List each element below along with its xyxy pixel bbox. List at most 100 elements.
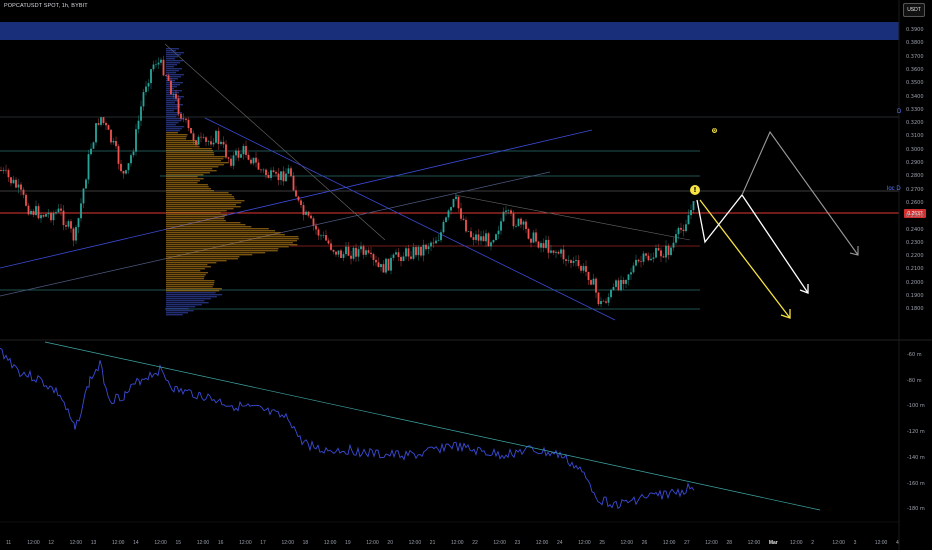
time-tick: 12:00: [493, 540, 506, 546]
volume-profile-bar: [166, 182, 198, 184]
candle-body: [607, 297, 610, 303]
price-tick: 0.1900: [906, 293, 924, 299]
indicator-tick: -140 m: [907, 454, 925, 461]
chart-canvas[interactable]: [0, 0, 932, 550]
price-tick: 0.3200: [906, 120, 924, 127]
candle-body: [272, 170, 275, 173]
volume-profile-bar: [166, 234, 285, 236]
candle-body: [355, 247, 357, 257]
candle-body: [72, 228, 75, 241]
candle-body: [315, 225, 317, 230]
candle-body: [102, 117, 105, 124]
candle-body: [635, 259, 637, 266]
candle-body: [252, 157, 255, 164]
candle-body: [567, 260, 570, 261]
candle-body: [470, 231, 472, 238]
candle-body: [207, 141, 210, 142]
candle-body: [345, 246, 347, 255]
candle-body: [625, 279, 627, 284]
time-tick: 12:00: [69, 540, 83, 546]
candle-body: [12, 179, 15, 184]
candle-body: [80, 203, 82, 219]
candle-body: [582, 266, 585, 271]
price-tick: 0.2600: [906, 199, 924, 206]
candle-body: [547, 239, 550, 253]
candle-body: [212, 142, 215, 145]
candle-body: [565, 259, 567, 261]
candle-body: [642, 253, 645, 262]
volume-profile-bar: [166, 270, 201, 272]
candle-body: [25, 194, 27, 206]
volume-profile-bar: [166, 246, 289, 248]
volume-profile-bar: [166, 56, 178, 58]
candle-body: [5, 169, 7, 171]
candle-body: [662, 256, 665, 258]
small-marker-icon: 0: [712, 128, 717, 133]
candle-body: [40, 215, 42, 219]
candle-body: [30, 210, 32, 215]
candle-body: [672, 242, 675, 248]
candle-body: [442, 221, 445, 233]
candle-body: [475, 234, 477, 240]
candle-body: [692, 201, 695, 211]
candle-body: [110, 129, 112, 143]
candle-body: [277, 173, 280, 181]
volume-profile-bar: [166, 54, 181, 56]
candle-body: [560, 249, 562, 254]
candle-body: [492, 240, 495, 243]
candle-body: [242, 145, 245, 155]
volume-profile-bar: [166, 112, 183, 114]
volume-profile-bar: [166, 186, 209, 188]
volume-profile-bar: [166, 252, 266, 254]
volume-profile-bar: [166, 240, 298, 242]
currency-button[interactable]: USDT: [903, 3, 925, 17]
candle-body: [572, 260, 575, 263]
price-tick: 0.3600: [906, 66, 924, 73]
time-tick: 23: [514, 540, 521, 546]
candle-body: [265, 169, 267, 175]
candle-body: [440, 232, 442, 241]
candle-body: [660, 250, 662, 257]
candle-body: [257, 162, 260, 170]
candle-body: [407, 248, 410, 257]
volume-profile-bar: [166, 168, 213, 170]
candle-body: [555, 251, 557, 253]
candle-body: [150, 69, 152, 84]
candle-body: [465, 219, 467, 232]
indicator-line: [0, 347, 695, 510]
candle-body: [532, 232, 535, 243]
candle-body: [307, 211, 310, 216]
price-tick: 0.3900: [906, 27, 924, 33]
volume-profile-bar: [166, 142, 198, 144]
candle-body: [640, 261, 642, 262]
volume-profile-bar: [166, 92, 180, 94]
time-tick: 12:00: [535, 540, 549, 546]
candle-body: [317, 229, 320, 236]
candle-body: [647, 255, 650, 261]
candle-body: [667, 245, 670, 256]
volume-profile-bar: [166, 268, 205, 270]
candle-body: [292, 175, 295, 191]
volume-profile-bar: [166, 306, 196, 308]
volume-profile-bar: [166, 110, 175, 112]
candle-body: [255, 157, 257, 163]
volume-profile-bar: [166, 158, 224, 160]
candle-body: [507, 210, 510, 211]
volume-profile-bar: [166, 132, 179, 134]
candle-body: [330, 243, 332, 250]
volume-profile-bar: [166, 178, 204, 180]
volume-profile-bar: [166, 206, 241, 208]
candle-body: [67, 221, 70, 227]
candle-body: [462, 218, 465, 220]
candle-body: [182, 118, 185, 120]
candle-body: [570, 260, 572, 263]
candle-body: [250, 159, 252, 164]
volume-profile-bar: [166, 156, 225, 158]
volume-profile-bar: [166, 288, 222, 290]
price-tick: 0.3500: [906, 80, 924, 87]
candle-body: [685, 224, 687, 232]
candle-body: [445, 217, 447, 222]
candle-body: [200, 136, 202, 138]
candle-body: [347, 246, 350, 256]
candle-body: [595, 278, 597, 293]
